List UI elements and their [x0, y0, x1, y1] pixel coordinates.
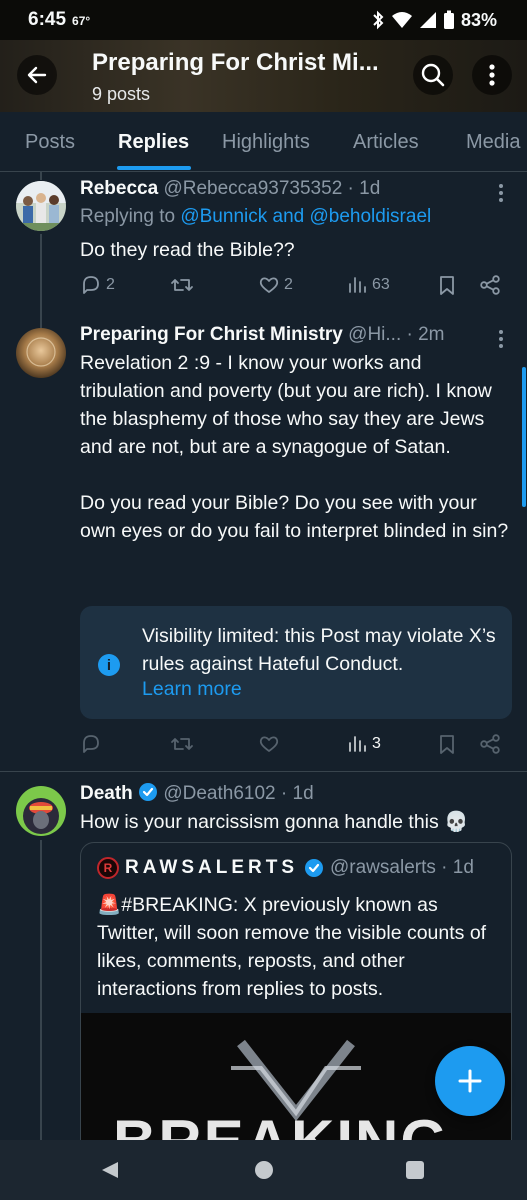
page-title: Preparing For Christ Mi...: [92, 49, 379, 76]
replying-to-link[interactable]: @Bunnick and @beholdisrael: [180, 206, 431, 227]
thread-line: [40, 840, 42, 1140]
post-count: 9 posts: [92, 84, 151, 104]
active-tab-indicator: [117, 166, 191, 170]
views-icon: [349, 736, 366, 752]
signal-icon: [419, 12, 436, 28]
learn-more-link[interactable]: Learn more: [142, 678, 242, 701]
bookmark-icon: [440, 276, 454, 295]
compose-button[interactable]: [435, 1046, 505, 1116]
like-icon: [259, 277, 279, 293]
bookmark-button[interactable]: [437, 274, 457, 296]
tab-replies[interactable]: Replies: [118, 131, 189, 154]
repost-button[interactable]: [170, 274, 198, 296]
back-arrow-icon: [27, 66, 47, 84]
tab-highlights[interactable]: Highlights: [222, 131, 310, 154]
more-vertical-icon: [489, 64, 495, 86]
status-temp: 67°: [72, 14, 91, 28]
tweet-header: Preparing For Christ Ministry @Hi... · 2…: [80, 324, 445, 346]
nav-back-icon[interactable]: [100, 1160, 120, 1180]
more-vertical-icon[interactable]: [494, 328, 508, 350]
quote-handle-time: @rawsalerts · 1d: [330, 857, 474, 878]
share-icon: [480, 275, 500, 295]
repost-icon: [171, 738, 193, 750]
visibility-notice: i Visibility limited: this Post may viol…: [80, 606, 512, 719]
quote-text: 🚨#BREAKING: X previously known as Twitte…: [97, 894, 487, 1000]
tweet-text: Revelation 2 :9 - I know your works and …: [80, 352, 509, 542]
tweet-text: How is your narcissism gonna handle this…: [80, 811, 469, 833]
tweet-actions: 2 2 63: [80, 274, 510, 300]
author-name[interactable]: Rebecca: [80, 178, 158, 199]
reply-icon: [83, 276, 99, 294]
avatar[interactable]: [16, 181, 66, 231]
replies-feed[interactable]: Rebecca @Rebecca93735352 · 1d Replying t…: [0, 172, 527, 1140]
plus-icon: [458, 1069, 482, 1093]
like-button[interactable]: 2: [258, 274, 293, 296]
status-bar: 6:45 67° 83%: [0, 0, 527, 40]
reply-button[interactable]: 2: [80, 274, 115, 296]
search-icon: [421, 63, 445, 87]
author-handle-time: @Death6102 · 1d: [158, 783, 314, 804]
author-handle-time: @Rebecca93735352 · 1d: [158, 178, 381, 199]
reply-count: 2: [106, 276, 115, 293]
profile-header: Preparing For Christ Mi... 9 posts: [0, 40, 527, 112]
wifi-icon: [391, 12, 412, 28]
bookmark-icon: [440, 735, 454, 754]
system-nav-bar: [0, 1140, 527, 1200]
bookmark-button[interactable]: [437, 733, 457, 755]
search-button[interactable]: [413, 55, 453, 95]
avatar[interactable]: [16, 328, 66, 378]
verified-icon: [139, 783, 158, 801]
tab-posts[interactable]: Posts: [25, 131, 75, 154]
quote-author-name: RAWSALERTS: [125, 857, 298, 878]
info-icon: i: [98, 654, 120, 676]
tab-media[interactable]: Media: [466, 131, 520, 154]
quote-header: R RAWSALERTS @rawsalerts · 1d: [97, 857, 474, 879]
thread-line: [40, 172, 42, 180]
media-caption: BREAKING: [113, 1107, 449, 1140]
author-handle-time: @Hi... · 2m: [342, 324, 445, 345]
like-button[interactable]: [258, 733, 280, 755]
scrollbar[interactable]: [522, 367, 526, 507]
views-button[interactable]: 63: [346, 274, 390, 296]
author-name[interactable]: Death: [80, 783, 133, 804]
replying-prefix: Replying to: [80, 206, 181, 227]
tweet-text: Do they read the Bible??: [80, 239, 295, 261]
share-button[interactable]: [479, 274, 501, 296]
tab-articles[interactable]: Articles: [353, 131, 419, 154]
nav-home-icon[interactable]: [255, 1161, 273, 1179]
replying-to: Replying to @Bunnick and @beholdisrael: [80, 206, 431, 228]
battery-percent: 83%: [460, 9, 497, 30]
tweet-header: Rebecca @Rebecca93735352 · 1d: [80, 178, 380, 200]
tweet-actions: 3: [80, 733, 510, 759]
reply-icon: [83, 735, 99, 753]
views-count: 63: [372, 276, 390, 293]
divider: [0, 771, 527, 772]
share-button[interactable]: [479, 733, 501, 755]
bluetooth-icon: [373, 10, 384, 30]
like-icon: [259, 736, 279, 752]
views-count: 3: [372, 735, 381, 752]
reply-button[interactable]: [80, 733, 102, 755]
rawsalerts-logo-icon: R: [97, 857, 119, 879]
back-button[interactable]: [17, 55, 57, 95]
more-options-button[interactable]: [472, 55, 512, 95]
nav-recents-icon[interactable]: [406, 1161, 424, 1179]
status-time: 6:45: [28, 9, 67, 30]
views-icon: [349, 277, 366, 293]
verified-icon: [305, 859, 323, 877]
author-name[interactable]: Preparing For Christ Ministry: [80, 324, 343, 345]
battery-icon: [443, 10, 454, 29]
avatar[interactable]: [16, 786, 66, 836]
repost-icon: [171, 279, 193, 291]
share-icon: [480, 734, 500, 754]
views-button[interactable]: 3: [346, 733, 381, 755]
repost-button[interactable]: [170, 733, 194, 755]
like-count: 2: [284, 276, 293, 293]
more-vertical-icon[interactable]: [494, 182, 508, 204]
notice-text: Visibility limited: this Post may violat…: [142, 625, 496, 675]
tweet-header: Death @Death6102 · 1d: [80, 782, 314, 805]
profile-tabs: Posts Replies Highlights Articles Media: [0, 112, 527, 172]
